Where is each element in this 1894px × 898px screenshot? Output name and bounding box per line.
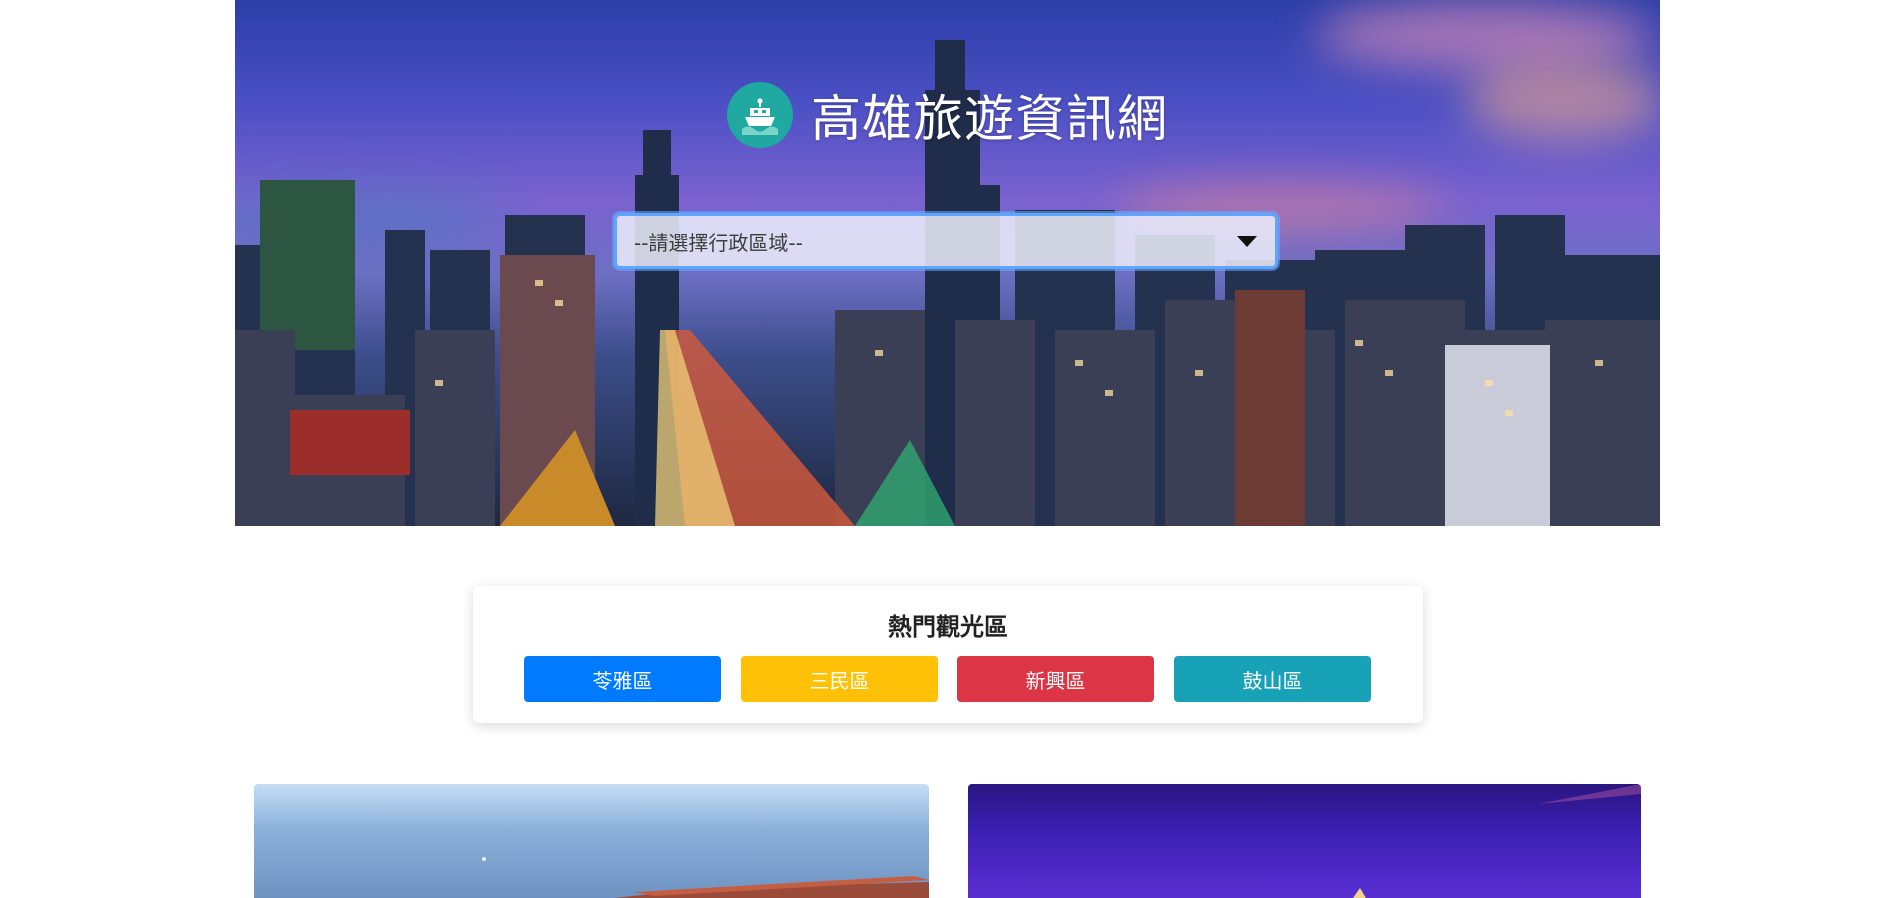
popular-districts-title: 熱門觀光區 [888,613,1008,641]
district-button-sanmin[interactable]: 三民區 [741,656,938,702]
district-button-xinxing[interactable]: 新興區 [957,656,1154,702]
hero-banner: 高雄旅遊資訊網 --請選擇行政區域-- [235,0,1660,526]
attraction-card-image[interactable] [254,784,929,898]
popular-districts-panel: 熱門觀光區 苓雅區 三民區 新興區 鼓山區 [473,586,1423,723]
district-button-lingya[interactable]: 苓雅區 [524,656,721,702]
district-button-gushan[interactable]: 鼓山區 [1174,656,1371,702]
site-brand: 高雄旅遊資訊網 [235,82,1660,148]
caret-down-icon [1237,235,1257,247]
site-title: 高雄旅遊資訊網 [811,90,1168,148]
district-select-value: --請選擇行政區域-- [634,230,803,255]
attraction-card-image[interactable] [968,784,1641,898]
ship-icon [727,82,793,148]
district-select[interactable]: --請選擇行政區域-- [614,213,1278,269]
